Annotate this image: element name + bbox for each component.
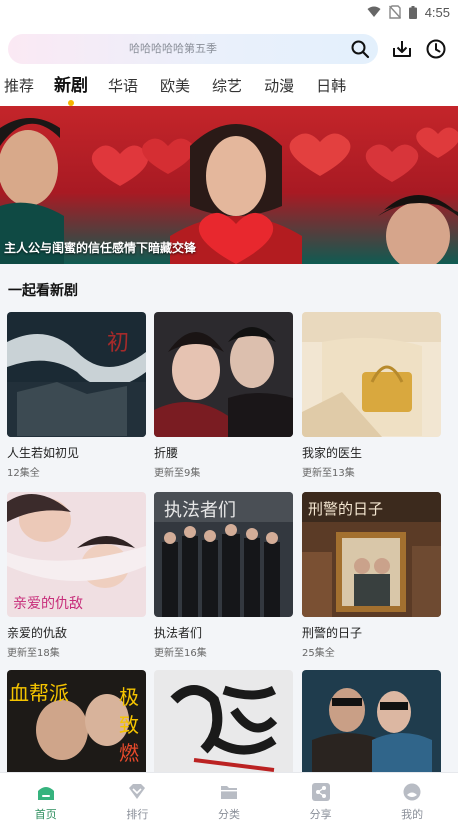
tab-variety[interactable]: 综艺 [212,74,242,98]
tab-western[interactable]: 欧美 [160,74,190,98]
card-title: 亲爱的仇敌 [7,626,68,640]
poster-image: 亲爱的仇敌 [7,492,146,617]
nav-label: 分类 [217,808,240,820]
svg-text:血帮派: 血帮派 [9,681,69,705]
drama-card[interactable]: 亲爱的仇敌 亲爱的仇敌 更新至18集 [7,492,146,659]
nav-label: 排行 [126,808,149,820]
featured-banner[interactable]: 主人公与闺蜜的信任感情下暗藏交锋 [0,106,458,264]
card-subtitle: 更新至9集 [154,468,201,479]
no-sim-icon [388,5,401,19]
card-subtitle: 更新至13集 [302,468,355,479]
svg-text:致: 致 [119,713,139,737]
battery-icon [408,5,417,19]
search-bar[interactable]: 哈哈哈哈哈第五季 [8,34,378,64]
profile-icon [403,783,421,801]
card-title: 刑警的日子 [302,626,363,640]
poster-image: 初 [7,312,146,437]
card-subtitle: 更新至16集 [154,648,207,659]
share-icon [311,783,330,801]
section-title: 一起看新剧 [8,283,78,299]
wifi-icon [367,6,381,17]
svg-text:极: 极 [119,685,139,709]
svg-text:执法者们: 执法者们 [164,500,236,521]
card-title: 执法者们 [154,626,203,640]
home-icon [37,787,54,800]
nav-label: 我的 [401,808,424,820]
svg-text:初: 初 [107,331,129,356]
card-subtitle: 25集全 [302,648,335,659]
search-icon[interactable] [350,39,370,59]
tab-japan-korea[interactable]: 日韩 [316,74,346,98]
poster-image: 刑警的日子 [302,492,441,617]
nav-label: 首页 [34,808,57,820]
nav-ranking[interactable]: 排行 [92,773,184,820]
drama-card[interactable]: 我家的医生 更新至13集 [302,312,441,479]
drama-card[interactable]: 执法者们 执法者们 更新至16集 [154,492,293,659]
svg-text:亲爱的仇敌: 亲爱的仇敌 [13,596,83,612]
drama-card[interactable]: 初 人生若如初见 12集全 [7,312,146,479]
status-bar: 4:55 [0,0,458,24]
poster-image: 执法者们 [154,492,293,617]
banner-caption: 主人公与闺蜜的信任感情下暗藏交锋 [4,241,197,255]
download-icon[interactable] [391,38,413,60]
top-header: 哈哈哈哈哈第五季 推荐 新剧 华语 欧美 综艺 动漫 日韩 [0,24,458,106]
tab-anime[interactable]: 动漫 [264,74,294,98]
ranking-icon [129,784,146,799]
tab-new-drama[interactable]: 新剧 [54,74,88,106]
card-title: 折腰 [154,446,179,460]
status-time: 4:55 [424,4,450,20]
search-placeholder[interactable]: 哈哈哈哈哈第五季 [8,34,338,64]
card-subtitle: 更新至18集 [7,648,60,659]
card-subtitle: 12集全 [7,468,40,479]
card-title: 人生若如初见 [7,446,80,460]
tab-chinese[interactable]: 华语 [108,74,138,98]
svg-text:燃: 燃 [119,741,139,765]
folder-icon [220,786,237,799]
nav-category[interactable]: 分类 [183,773,275,820]
drama-card[interactable]: 刑警的日子 刑警的日子 25集全 [302,492,441,659]
nav-share[interactable]: 分享 [275,773,367,820]
poster-image [302,312,441,437]
nav-label: 分享 [309,808,332,820]
category-tabs: 推荐 新剧 华语 欧美 综艺 动漫 日韩 [0,74,346,106]
status-icons: 4:55 [367,0,450,24]
history-icon[interactable] [425,38,447,60]
card-title: 我家的医生 [302,446,363,460]
poster-image [154,312,293,437]
bottom-nav: 首页 排行 分类 分享 我的 [0,772,458,820]
tab-recommend[interactable]: 推荐 [4,74,34,98]
nav-profile[interactable]: 我的 [366,773,458,820]
svg-text:刑警的日子: 刑警的日子 [308,500,383,518]
drama-card[interactable]: 折腰 更新至9集 [154,312,293,479]
nav-home[interactable]: 首页 [0,773,92,820]
